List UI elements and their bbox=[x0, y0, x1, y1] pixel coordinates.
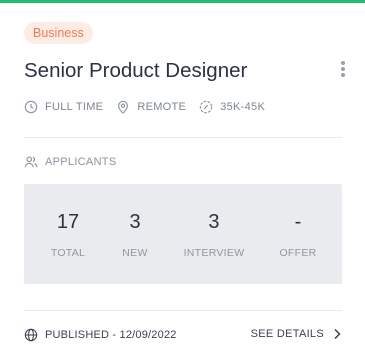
divider bbox=[24, 310, 342, 311]
stat-label: NEW bbox=[122, 247, 148, 259]
globe-icon bbox=[24, 328, 38, 342]
stat-total: 17 TOTAL bbox=[51, 210, 85, 259]
stat-value: 3 bbox=[208, 211, 220, 233]
applicant-stats: 17 TOTAL 3 NEW 3 INTERVIEW - OFFER bbox=[24, 184, 342, 284]
employment-type-label: FULL TIME bbox=[45, 101, 104, 113]
see-details-label: SEE DETAILS bbox=[250, 328, 324, 340]
published-date: PUBLISHED - 12/09/2022 bbox=[45, 329, 177, 341]
job-meta: FULL TIME REMOTE 35K-45K bbox=[24, 100, 278, 114]
stat-label: INTERVIEW bbox=[183, 247, 245, 259]
stat-new: 3 NEW bbox=[122, 210, 147, 259]
chevron-right-icon bbox=[334, 328, 341, 340]
location: REMOTE bbox=[116, 100, 186, 114]
employment-type: FULL TIME bbox=[24, 100, 103, 114]
job-card: Business Senior Product Designer FULL TI… bbox=[0, 0, 365, 363]
salary-label: 35K-45K bbox=[220, 101, 266, 113]
applicants-heading-label: APPLICANTS bbox=[45, 156, 117, 168]
published-info: PUBLISHED - 12/09/2022 bbox=[24, 328, 177, 342]
clock-icon bbox=[24, 100, 38, 114]
users-icon bbox=[24, 156, 38, 168]
stat-offer: - OFFER bbox=[279, 210, 316, 259]
category-badge: Business bbox=[24, 22, 93, 44]
money-icon bbox=[199, 100, 213, 114]
stat-label: OFFER bbox=[279, 247, 317, 259]
location-label: REMOTE bbox=[137, 101, 187, 113]
more-options-icon[interactable] bbox=[341, 61, 345, 77]
divider bbox=[24, 137, 342, 138]
stat-value: 3 bbox=[129, 211, 141, 233]
stat-interview: 3 INTERVIEW bbox=[184, 210, 245, 259]
salary: 35K-45K bbox=[199, 100, 265, 114]
map-pin-icon bbox=[118, 100, 129, 114]
stat-value: 17 bbox=[56, 211, 80, 233]
stat-value: - bbox=[294, 211, 302, 233]
see-details-link[interactable]: SEE DETAILS bbox=[251, 328, 341, 340]
applicants-heading: APPLICANTS bbox=[24, 155, 116, 169]
stat-label: TOTAL bbox=[50, 247, 86, 259]
job-title: Senior Product Designer bbox=[24, 59, 248, 82]
